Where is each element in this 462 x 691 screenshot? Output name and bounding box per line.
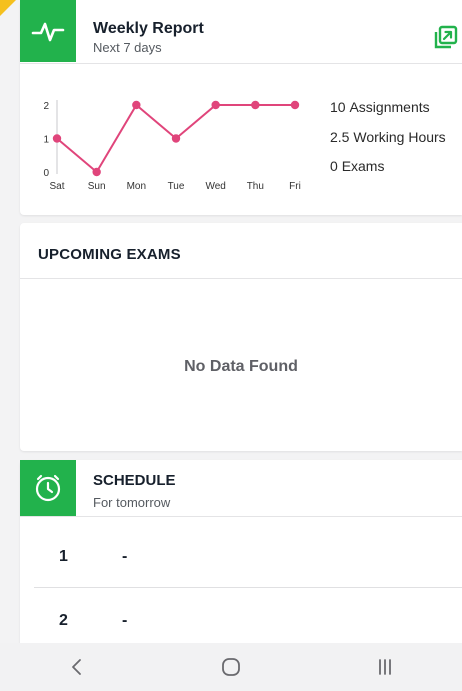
recent-apps-icon [379, 659, 391, 675]
schedule-header-divider [20, 516, 462, 517]
schedule-row-number: 2 [59, 612, 68, 629]
weekly-report-subtitle: Next 7 days [93, 40, 162, 55]
data-point [251, 100, 260, 110]
schedule-row-number: 1 [59, 548, 68, 565]
stat-exams-value: 0 [330, 158, 338, 174]
stat-exams-label: Exams [341, 158, 385, 174]
home-button[interactable] [211, 652, 251, 682]
schedule-subtitle: For tomorrow [93, 495, 171, 510]
corner-flag [0, 0, 16, 16]
data-point [171, 134, 181, 143]
weekly-report-card: Weekly Report Next 7 days 0 1 2 Sat Sun Mon Tu… [20, 0, 462, 215]
data-point [290, 100, 300, 110]
y-tick-label: 2 [43, 101, 49, 112]
stat-working-hours: 2.5 Working Hours [330, 129, 446, 159]
schedule-row[interactable]: 1 - [34, 539, 462, 575]
upcoming-exams-title: UPCOMING EXAMS [38, 246, 181, 263]
data-point [211, 100, 220, 110]
header-divider [20, 63, 462, 64]
weekly-stats: 10 Assignments 2.5 Working Hours 0 Exams [330, 99, 446, 188]
stat-working-hours-label: Working Hours [353, 128, 446, 145]
back-button[interactable] [57, 652, 97, 682]
schedule-row-value: - [122, 548, 128, 565]
system-navigation-bar [0, 643, 462, 691]
no-data-message: No Data Found [184, 358, 298, 375]
schedule-icon-tile [20, 460, 76, 516]
row-divider [34, 587, 462, 588]
back-chevron-icon [72, 659, 81, 675]
schedule-card: SCHEDULE For tomorrow 1 - 2 - [20, 460, 462, 650]
stat-exams: 0 Exams [330, 158, 446, 188]
schedule-row[interactable]: 2 - [34, 603, 462, 639]
y-tick-label: 1 [43, 135, 49, 146]
x-tick-label: Thu [247, 181, 264, 192]
x-tick-label: Tue [168, 181, 185, 192]
y-tick-label: 0 [43, 168, 49, 179]
upcoming-exams-card: UPCOMING EXAMS No Data Found [20, 223, 462, 451]
weekly-report-title: Weekly Report [93, 20, 204, 37]
x-tick-label: Sun [88, 181, 106, 192]
weekly-report-icon-tile [20, 0, 76, 62]
weekly-line-chart: 0 1 2 Sat Sun Mon Tue Wed Thu Fri [43, 100, 301, 192]
x-tick-label: Sat [49, 181, 64, 192]
stat-assignments-label: Assignments [349, 99, 430, 115]
data-point [92, 167, 101, 177]
x-tick-label: Mon [127, 181, 146, 192]
stat-assignments: 10 Assignments [330, 99, 446, 129]
open-external-icon [434, 25, 458, 49]
data-point [132, 100, 141, 110]
schedule-title: SCHEDULE [93, 472, 176, 489]
stat-working-hours-value: 2.5 [330, 128, 350, 145]
exams-header-divider [20, 278, 462, 279]
schedule-row-value: - [122, 612, 128, 629]
home-circle-icon [222, 658, 240, 676]
recent-apps-button[interactable] [365, 652, 405, 682]
stat-assignments-value: 10 [330, 99, 346, 115]
activity-pulse-icon [31, 22, 65, 42]
x-tick-label: Wed [205, 181, 225, 192]
open-external-button[interactable] [434, 25, 458, 49]
data-point [52, 134, 62, 143]
x-tick-label: Fri [289, 181, 301, 192]
clock-icon [35, 474, 61, 502]
